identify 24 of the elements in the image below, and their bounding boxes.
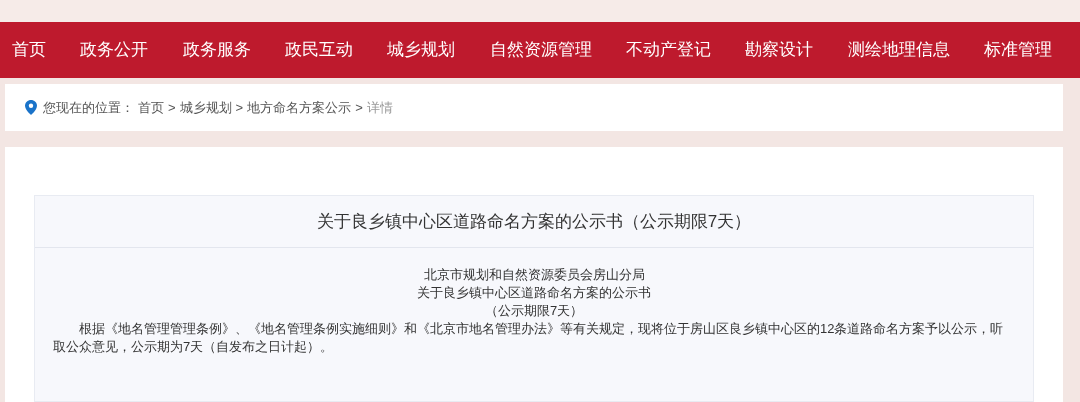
breadcrumb-label: 您现在的位置： xyxy=(43,98,134,117)
breadcrumb-link[interactable]: 首页 xyxy=(138,97,164,118)
article-paragraph: 根据《地名管理管理条例》、《地名管理条例实施细则》和《北京市地名管理办法》等有关规定，现将位于房山区良乡镇中心区的12条道路命名方案予以公示，听取公众意见，公示期为7天（自发布之日计起）。 xyxy=(53,320,1005,356)
breadcrumb-separator: > xyxy=(355,98,363,117)
location-pin-icon xyxy=(25,100,37,115)
nav-link[interactable]: 不动产登记 xyxy=(625,37,711,63)
breadcrumb-current-page: 详情 xyxy=(366,98,393,117)
breadcrumb-separator: > xyxy=(168,98,176,117)
breadcrumb-link[interactable]: 城乡规划 xyxy=(179,97,232,118)
nav-link[interactable]: 标准管理 xyxy=(983,37,1052,63)
article-title: 关于良乡镇中心区道路命名方案的公示书（公示期限7天） xyxy=(316,210,752,233)
article-heading-line: （公示期限7天） xyxy=(483,302,585,320)
nav-link[interactable]: 政务公开 xyxy=(80,37,149,63)
breadcrumb-link[interactable]: 地方命名方案公示 xyxy=(247,97,352,118)
article-heading-line: 北京市规划和自然资源委员会房山分局 xyxy=(422,266,646,284)
nav-link[interactable]: 测绘地理信息 xyxy=(847,37,950,63)
nav-link[interactable]: 政务服务 xyxy=(182,37,251,63)
article-heading-line: 关于良乡镇中心区道路命名方案的公示书 xyxy=(416,284,652,302)
nav-link[interactable]: 城乡规划 xyxy=(387,37,456,63)
nav-link[interactable]: 自然资源管理 xyxy=(489,37,592,63)
nav-link[interactable]: 勘察设计 xyxy=(745,37,814,63)
breadcrumb-separator: > xyxy=(235,98,244,117)
nav-link[interactable]: 首页 xyxy=(12,37,46,63)
nav-link[interactable]: 政民互动 xyxy=(285,37,353,63)
